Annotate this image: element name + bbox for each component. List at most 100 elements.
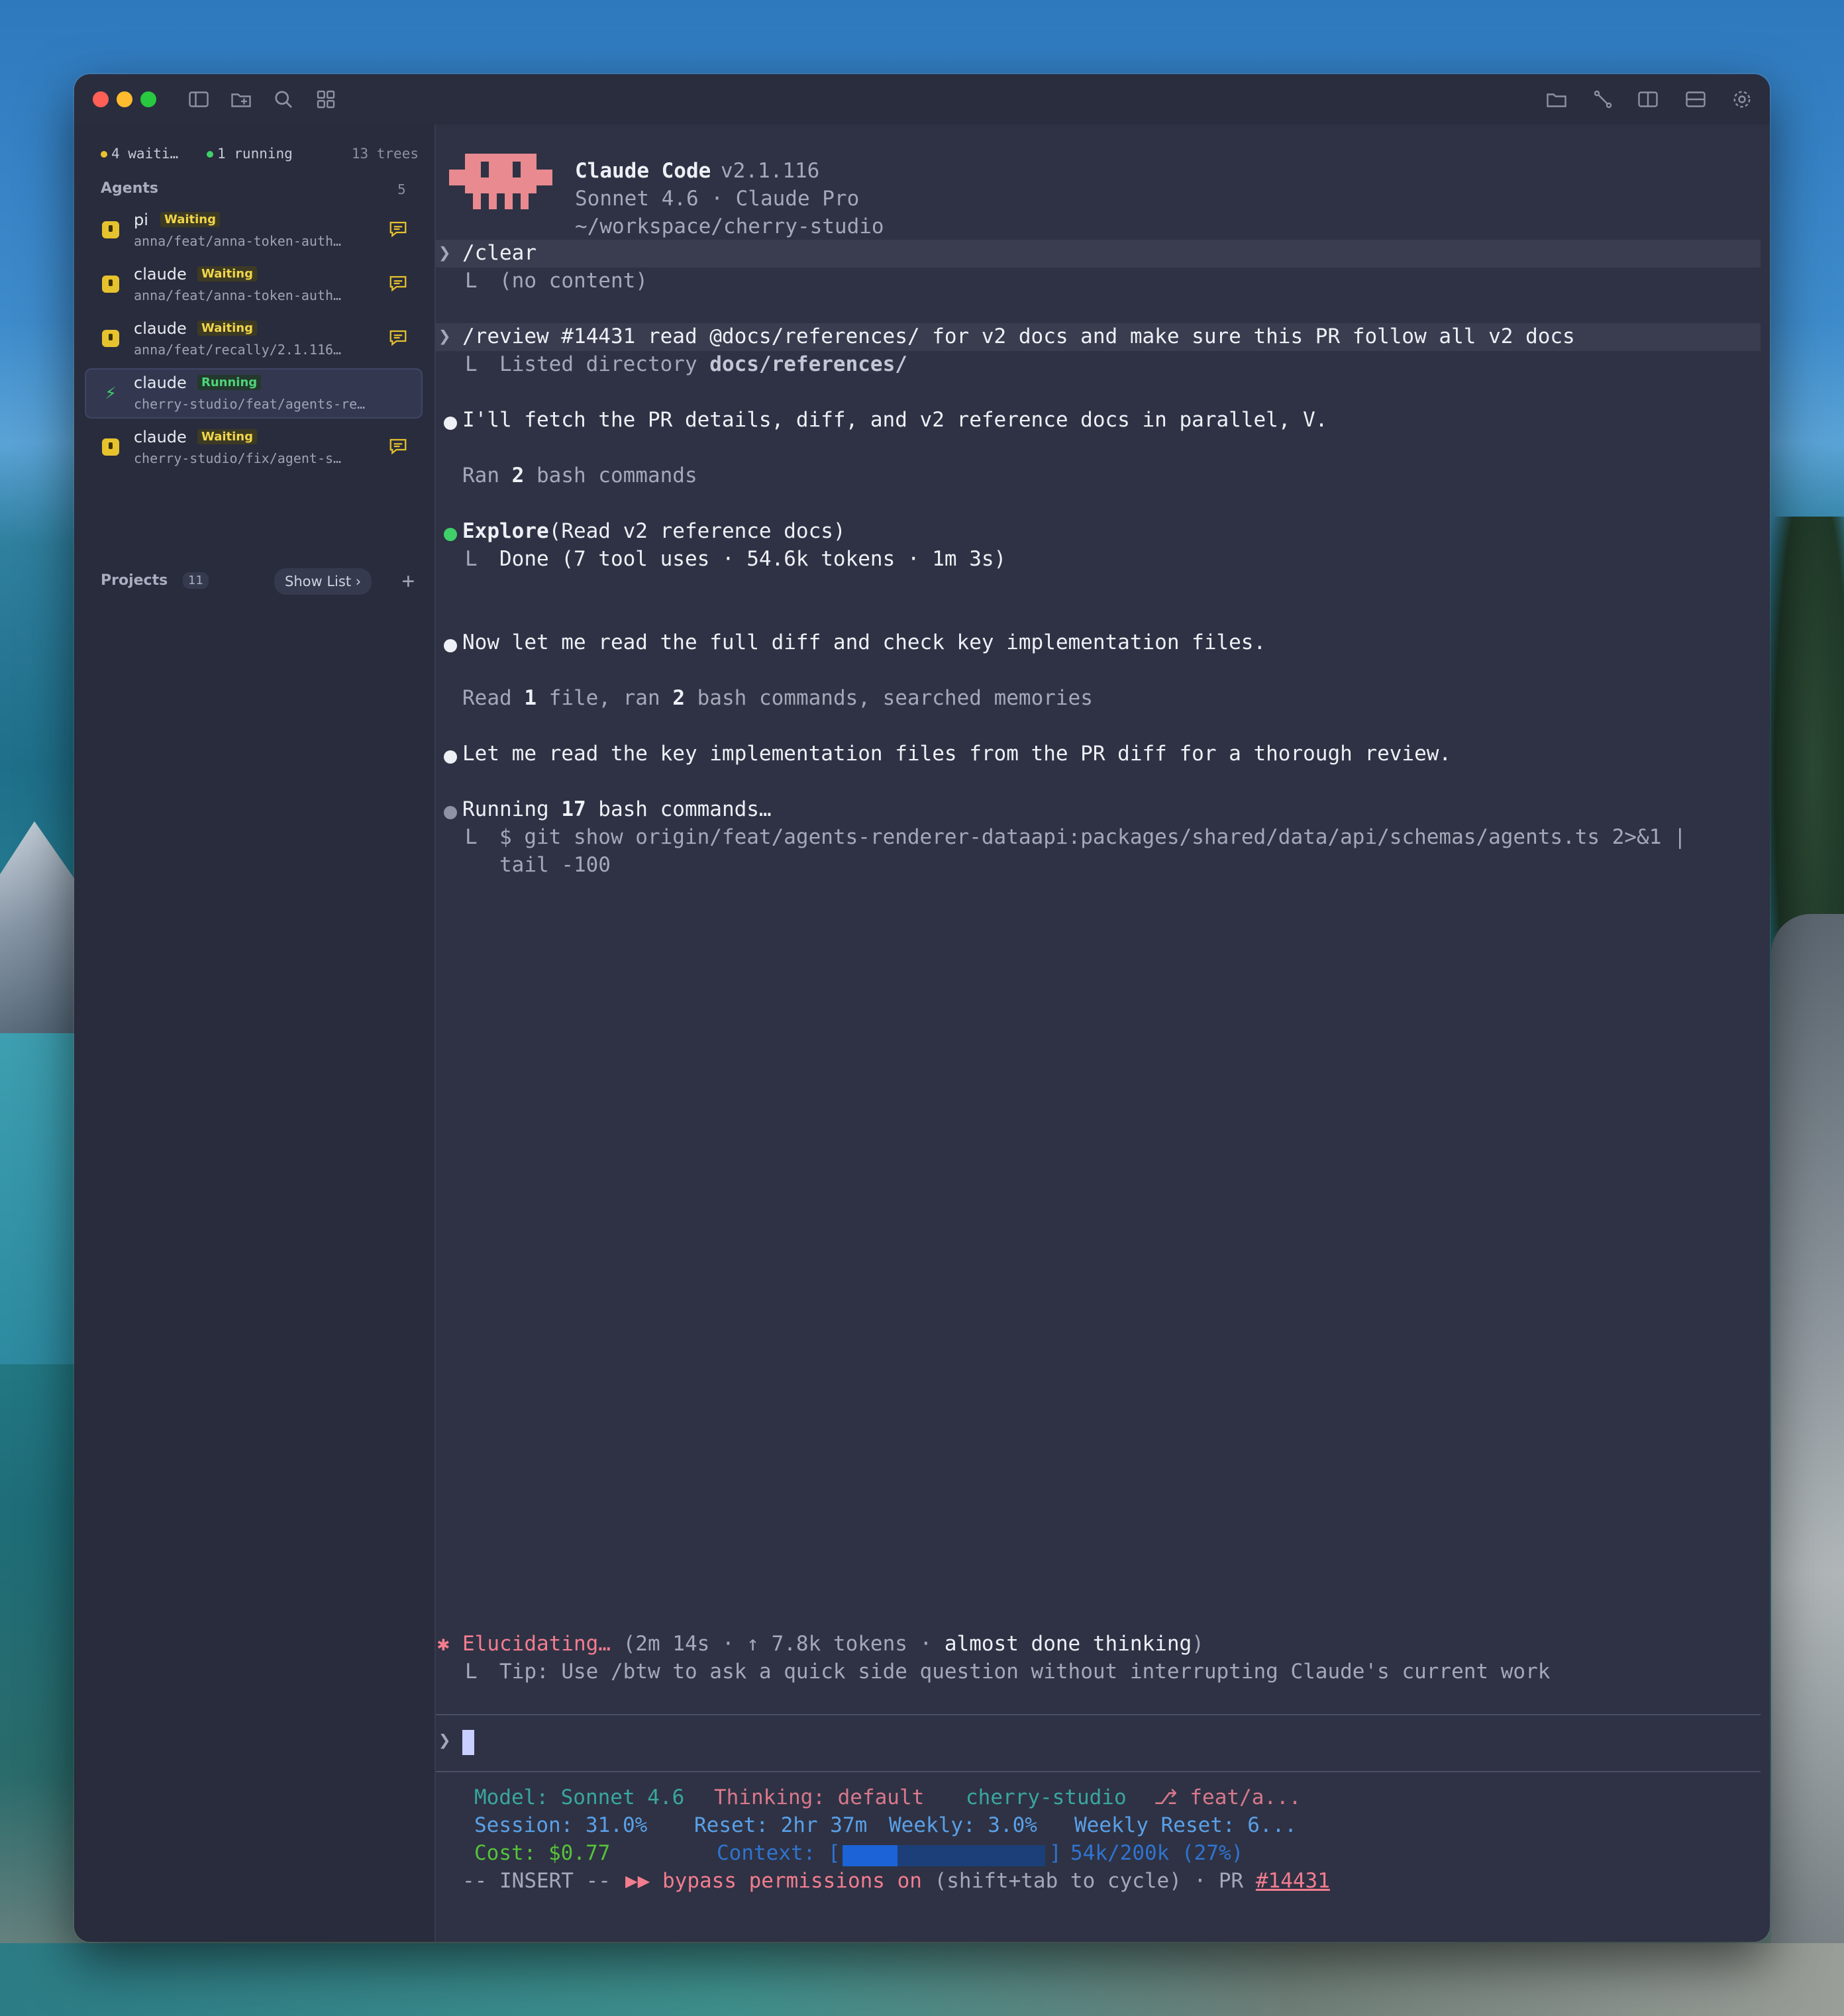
waiting-dot-icon xyxy=(101,151,107,158)
projects-row: Projects 11 Show List › + xyxy=(101,567,419,596)
close-window-button[interactable] xyxy=(93,91,109,107)
minimize-window-button[interactable] xyxy=(117,91,132,107)
terminal-pane[interactable]: Claude Code v2.1.116 Sonnet 4.6 · Claude… xyxy=(436,125,1770,1942)
background-rocks xyxy=(1771,914,1844,2013)
command-result: Listed directory docs/references/ xyxy=(499,352,907,376)
prompt-chevron-icon: ❯ xyxy=(438,325,451,348)
agent-item-active[interactable]: ⚡ claude Running cherry-studio/feat/agen… xyxy=(85,368,423,419)
mode-indicator: -- INSERT -- xyxy=(462,1869,611,1893)
assistant-message: I'll fetch the PR details, diff, and v2 … xyxy=(462,408,1328,432)
app-window: 4 waiti… 1 running 13 trees Agents 5 pi … xyxy=(74,74,1770,1942)
settings-gear-icon[interactable] xyxy=(1730,87,1754,111)
new-folder-icon[interactable] xyxy=(229,87,253,111)
folder-icon[interactable] xyxy=(1545,87,1568,111)
running-count[interactable]: 1 running xyxy=(207,146,293,162)
split-vertical-icon[interactable] xyxy=(1636,87,1660,111)
status-context-close: ] xyxy=(1049,1841,1062,1865)
projects-header: Projects xyxy=(101,572,168,589)
assistant-message: Let me read the key implementation files… xyxy=(462,742,1452,766)
agent-item[interactable]: claude Waiting anna/feat/recally/2.1.116… xyxy=(85,314,423,364)
status-branch: ⎇ feat/a... xyxy=(1154,1786,1302,1809)
chat-bubble-icon[interactable] xyxy=(388,437,408,456)
working-directory: ~/workspace/cherry-studio xyxy=(575,215,884,238)
prompt-chevron-icon: ❯ xyxy=(438,241,451,265)
waiting-status-icon xyxy=(102,438,119,456)
tip-text: Tip: Use /btw to ask a quick side questi… xyxy=(499,1660,1551,1684)
app-title: Claude Code xyxy=(575,159,711,183)
agent-item[interactable]: claude Waiting anna/feat/anna-token-auth… xyxy=(85,260,423,310)
agent-item[interactable]: claude Waiting cherry-studio/fix/agent-s… xyxy=(85,423,423,473)
prompt-highlight xyxy=(436,240,1761,268)
status-badge: Waiting xyxy=(160,212,221,227)
agent-name: claude xyxy=(134,265,187,283)
status-weekly: Weekly: 3.0% xyxy=(889,1813,1037,1837)
agent-name: claude xyxy=(134,374,187,392)
status-thinking: Thinking: default xyxy=(714,1786,925,1809)
branch-glyph: L xyxy=(465,352,478,376)
waiting-status-icon xyxy=(102,221,119,238)
tool-call: Explore(Read v2 reference docs) xyxy=(462,519,846,543)
status-badge: Running xyxy=(197,375,262,390)
status-weekly-reset: Weekly Reset: 6... xyxy=(1074,1813,1297,1837)
branch-glyph: L xyxy=(465,269,478,293)
status-session: Session: 31.0% xyxy=(474,1813,648,1837)
fast-forward-icon: ▶▶ xyxy=(625,1869,650,1893)
model-plan: Sonnet 4.6 · Claude Pro xyxy=(575,187,860,211)
pending-bullet-icon xyxy=(444,806,457,819)
git-branch-icon[interactable] xyxy=(1591,87,1615,111)
agent-branch-path: cherry-studio/fix/agent-s… xyxy=(134,450,342,466)
waiting-status-icon xyxy=(102,276,119,293)
branch-glyph: L xyxy=(465,825,478,849)
branch-glyph: L xyxy=(465,1660,478,1684)
sidebar-toggle-icon[interactable] xyxy=(187,87,211,111)
status-model: Model: Sonnet 4.6 xyxy=(474,1786,685,1809)
search-icon[interactable] xyxy=(272,87,295,111)
shell-command: $ git show origin/feat/agents-renderer-d… xyxy=(499,825,1686,849)
running-dot-icon xyxy=(207,151,213,158)
agent-item[interactable]: pi Waiting anna/feat/anna-token-auth… xyxy=(85,205,423,256)
status-reset: Reset: 2hr 37m xyxy=(694,1813,868,1837)
status-context-value: 54k/200k (27%) xyxy=(1070,1841,1244,1865)
agent-branch-path: cherry-studio/feat/agents-re… xyxy=(134,396,366,412)
message-bullet-icon xyxy=(444,417,457,430)
success-bullet-icon xyxy=(444,528,457,541)
message-bullet-icon xyxy=(444,639,457,652)
user-command: /clear xyxy=(462,241,537,265)
app-version: v2.1.116 xyxy=(721,159,820,183)
thinking-status: Elucidating… (2m 14s · ↑ 7.8k tokens · a… xyxy=(462,1632,1204,1656)
status-badge: Waiting xyxy=(197,429,258,444)
agent-branch-path: anna/feat/anna-token-auth… xyxy=(134,287,342,303)
grid-view-icon[interactable] xyxy=(314,87,338,111)
message-bullet-icon xyxy=(444,750,457,764)
agents-count: 5 xyxy=(397,181,406,197)
projects-count: 11 xyxy=(183,572,209,589)
pr-link[interactable]: #14431 xyxy=(1256,1869,1330,1893)
split-horizontal-icon[interactable] xyxy=(1684,87,1708,111)
permission-mode[interactable]: ▶▶ bypass permissions on (shift+tab to c… xyxy=(625,1869,1330,1893)
chat-bubble-icon[interactable] xyxy=(388,220,408,238)
add-project-button[interactable]: + xyxy=(402,568,415,593)
chat-bubble-icon[interactable] xyxy=(388,274,408,293)
agent-name: pi xyxy=(134,211,148,229)
shell-command-continued: tail -100 xyxy=(499,853,611,877)
context-bar-fill xyxy=(843,1845,897,1866)
waiting-count[interactable]: 4 waiti… xyxy=(101,146,178,162)
chat-bubble-icon[interactable] xyxy=(388,328,408,347)
tool-summary: Read 1 file, ran 2 bash commands, search… xyxy=(462,686,1093,710)
text-input-cursor[interactable] xyxy=(462,1730,474,1755)
show-list-button[interactable]: Show List › xyxy=(274,568,372,595)
background-shoreline xyxy=(0,1943,1844,2016)
trees-count: 13 trees xyxy=(351,146,419,162)
running-status: Running 17 bash commands… xyxy=(462,797,772,821)
assistant-message: Now let me read the full diff and check … xyxy=(462,630,1266,654)
background-shore xyxy=(0,1033,79,1364)
zoom-window-button[interactable] xyxy=(140,91,156,107)
thinking-spinner-icon: ✱ xyxy=(437,1632,450,1656)
tool-result: Done (7 tool uses · 54.6k tokens · 1m 3s… xyxy=(499,547,1007,571)
status-context-label: Context: [ xyxy=(717,1841,841,1865)
claude-mascot-icon xyxy=(449,154,552,209)
branch-glyph: L xyxy=(465,547,478,571)
input-divider-bottom xyxy=(436,1771,1761,1772)
status-cost: Cost: $0.77 xyxy=(474,1841,611,1865)
command-result: (no content) xyxy=(499,269,648,293)
